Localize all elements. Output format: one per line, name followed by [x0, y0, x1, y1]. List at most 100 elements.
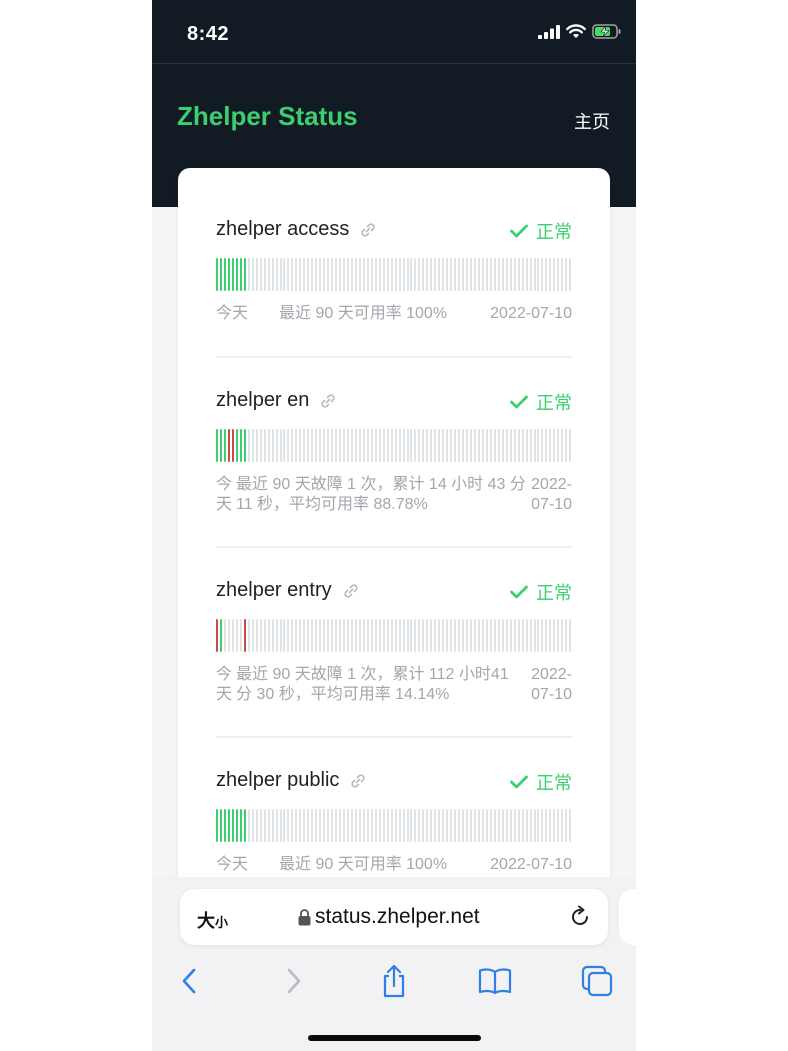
nav-home-link[interactable]: 主页 [574, 108, 610, 134]
uptime-bar[interactable] [525, 258, 528, 291]
uptime-bar[interactable] [275, 429, 278, 462]
uptime-bar[interactable] [541, 429, 544, 462]
uptime-bar[interactable] [366, 619, 369, 652]
uptime-bar[interactable] [386, 809, 389, 842]
uptime-bar[interactable] [283, 619, 286, 652]
uptime-bar[interactable] [315, 258, 318, 291]
uptime-bar[interactable] [414, 429, 417, 462]
uptime-bar[interactable] [331, 429, 334, 462]
uptime-bar[interactable] [509, 809, 512, 842]
uptime-bar[interactable] [295, 258, 298, 291]
uptime-bar[interactable] [243, 429, 246, 462]
uptime-bar[interactable] [287, 258, 290, 291]
uptime-bar[interactable] [307, 619, 310, 652]
uptime-bar[interactable] [231, 429, 234, 462]
uptime-bar[interactable] [227, 619, 230, 652]
uptime-bar[interactable] [323, 258, 326, 291]
uptime-bar[interactable] [438, 429, 441, 462]
uptime-bar[interactable] [509, 258, 512, 291]
uptime-bar[interactable] [410, 809, 413, 842]
uptime-bar[interactable] [311, 619, 314, 652]
uptime-bar[interactable] [446, 429, 449, 462]
uptime-bar[interactable] [327, 258, 330, 291]
uptime-bar[interactable] [267, 429, 270, 462]
uptime-bar[interactable] [346, 258, 349, 291]
uptime-bar[interactable] [410, 619, 413, 652]
uptime-bar[interactable] [335, 809, 338, 842]
uptime-bar[interactable] [303, 619, 306, 652]
uptime-bar[interactable] [434, 429, 437, 462]
uptime-bar[interactable] [216, 429, 218, 462]
uptime-bar[interactable] [489, 809, 492, 842]
uptime-bar[interactable] [422, 258, 425, 291]
uptime-bar[interactable] [426, 429, 429, 462]
uptime-bar[interactable] [307, 809, 310, 842]
uptime-bar[interactable] [247, 258, 250, 291]
uptime-bar[interactable] [354, 809, 357, 842]
uptime-bar[interactable] [569, 258, 572, 291]
uptime-bar[interactable] [497, 809, 500, 842]
uptime-bar[interactable] [454, 809, 457, 842]
uptime-bar[interactable] [231, 809, 234, 842]
uptime-bar[interactable] [255, 258, 258, 291]
uptime-bar[interactable] [565, 809, 568, 842]
uptime-bar[interactable] [335, 429, 338, 462]
uptime-bar[interactable] [442, 619, 445, 652]
uptime-bar[interactable] [239, 258, 242, 291]
uptime-bar[interactable] [279, 429, 282, 462]
uptime-bar[interactable] [346, 809, 349, 842]
uptime-bar[interactable] [235, 429, 238, 462]
uptime-bar[interactable] [398, 429, 401, 462]
uptime-bar[interactable] [283, 809, 286, 842]
uptime-bar[interactable] [239, 619, 242, 652]
uptime-bar[interactable] [513, 429, 516, 462]
uptime-bar[interactable] [323, 809, 326, 842]
uptime-bar[interactable] [216, 619, 218, 652]
uptime-bar[interactable] [430, 258, 433, 291]
uptime-bar[interactable] [553, 429, 556, 462]
uptime-bar[interactable] [497, 258, 500, 291]
uptime-bar[interactable] [343, 619, 345, 652]
uptime-bar[interactable] [493, 258, 496, 291]
uptime-bar[interactable] [553, 258, 556, 291]
uptime-bar[interactable] [370, 619, 373, 652]
uptime-bar[interactable] [346, 429, 349, 462]
uptime-bar[interactable] [223, 809, 226, 842]
uptime-bar[interactable] [458, 429, 461, 462]
uptime-bar[interactable] [219, 809, 222, 842]
uptime-bar[interactable] [569, 429, 572, 462]
uptime-bar[interactable] [485, 809, 488, 842]
uptime-bar[interactable] [343, 258, 345, 291]
uptime-bar[interactable] [406, 258, 409, 291]
uptime-bar[interactable] [339, 809, 342, 842]
uptime-bar[interactable] [259, 619, 262, 652]
uptime-bar[interactable] [283, 429, 286, 462]
uptime-bar[interactable] [231, 619, 234, 652]
uptime-bar[interactable] [537, 429, 540, 462]
uptime-bar[interactable] [390, 429, 393, 462]
uptime-bar[interactable] [466, 429, 469, 462]
uptime-bar[interactable] [295, 809, 298, 842]
uptime-bar[interactable] [485, 619, 488, 652]
uptime-bar[interactable] [462, 619, 465, 652]
uptime-bar[interactable] [410, 429, 413, 462]
uptime-bar[interactable] [438, 619, 441, 652]
uptime-bar[interactable] [362, 258, 365, 291]
uptime-bar[interactable] [227, 809, 230, 842]
uptime-bar[interactable] [227, 429, 230, 462]
uptime-bar[interactable] [299, 258, 302, 291]
uptime-bar[interactable] [394, 809, 397, 842]
uptime-bar[interactable] [259, 809, 262, 842]
uptime-bar[interactable] [247, 809, 250, 842]
reload-icon[interactable] [568, 905, 592, 929]
uptime-bar[interactable] [223, 619, 226, 652]
uptime-bar[interactable] [402, 258, 405, 291]
uptime-bar[interactable] [442, 258, 445, 291]
uptime-bar[interactable] [454, 619, 457, 652]
link-icon[interactable] [319, 392, 337, 410]
uptime-bar[interactable] [291, 258, 294, 291]
uptime-bar[interactable] [227, 258, 230, 291]
uptime-bar[interactable] [287, 809, 290, 842]
uptime-bar[interactable] [557, 258, 560, 291]
uptime-bar[interactable] [323, 619, 326, 652]
